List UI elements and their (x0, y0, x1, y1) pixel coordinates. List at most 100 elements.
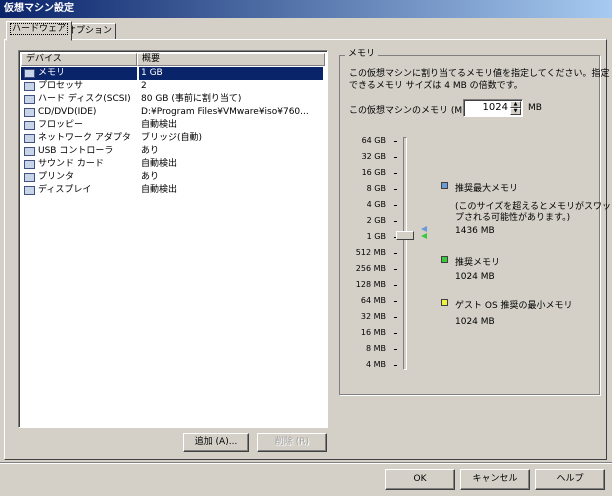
scale-tick-label: 2 GB (366, 216, 386, 225)
scale-tick (394, 301, 397, 302)
display-icon (24, 186, 35, 195)
table-row[interactable]: プロセッサ 2 (21, 80, 323, 93)
device-summary: 自動検出 (141, 120, 178, 130)
device-name: ネットワーク アダプタ (21, 132, 137, 145)
memory-slider-thumb[interactable] (396, 231, 414, 240)
add-device-button[interactable]: 追加 (A)... (183, 433, 249, 452)
device-summary: 1 GB (139, 67, 323, 80)
scale-tick-label: 32 MB (360, 312, 386, 321)
window-title-bar[interactable]: 仮想マシン設定 (0, 0, 612, 18)
device-summary: 80 GB (事前に割り当て) (141, 94, 242, 104)
table-row[interactable]: プリンタ あり (21, 171, 323, 184)
device-name: プリンタ (21, 171, 137, 184)
scale-tick (394, 221, 397, 222)
tab-options-label: オプション (67, 26, 113, 36)
device-name: サウンド カード (21, 158, 137, 171)
floppy-icon (24, 121, 35, 130)
spin-up-button[interactable]: ▲ (510, 101, 521, 108)
max-memory-title: 推奨最大メモリ (455, 184, 519, 194)
tab-hardware[interactable]: ハードウェア (6, 21, 73, 41)
cancel-button[interactable]: キャンセル (460, 469, 530, 490)
minimum-memory-title: ゲスト OS 推奨の最小メモリ (455, 301, 573, 311)
scale-tick (394, 333, 397, 334)
memory-slider-track[interactable] (403, 137, 407, 370)
device-name: ハード ディスク(SCSI) (21, 93, 137, 106)
help-button[interactable]: ヘルプ (535, 469, 605, 490)
table-row[interactable]: ネットワーク アダプタ ブリッジ(自動) (21, 132, 323, 145)
device-summary: D:¥Program Files¥VMware¥iso¥760... (141, 107, 309, 117)
memory-size-spinner[interactable]: 1024 ▲ ▼ (463, 99, 523, 117)
scale-tick-label: 16 GB (361, 168, 386, 177)
table-row[interactable]: USB コントローラ あり (21, 145, 323, 158)
device-list[interactable]: デバイス 概要 メモリ 1 GB プロセッサ 2 ハード ディスク(SCSI) 80 GB… (18, 50, 328, 428)
scale-tick-label: 128 MB (355, 280, 386, 289)
max-memory-marker (421, 226, 427, 232)
device-name: プロセッサ (21, 80, 137, 93)
ok-button[interactable]: OK (385, 469, 455, 490)
scale-tick-label: 256 MB (355, 264, 386, 273)
scale-tick-label: 4 GB (366, 200, 386, 209)
table-row[interactable]: メモリ 1 GB (21, 67, 323, 80)
hard-disk-icon (24, 95, 35, 104)
table-row[interactable]: ハード ディスク(SCSI) 80 GB (事前に割り当て) (21, 93, 323, 106)
table-row[interactable]: ディスプレイ 自動検出 (21, 184, 323, 197)
dialog-separator (0, 462, 612, 464)
recommended-memory-legend-swatch (441, 256, 448, 263)
device-name: ディスプレイ (21, 184, 137, 197)
memory-description-line2: できるメモリ サイズは 4 MB の倍数です。 (349, 81, 523, 91)
recommended-memory-value: 1024 MB (455, 272, 495, 282)
max-memory-note-line2: プされる可能性があります。) (455, 213, 571, 223)
minimum-memory-value: 1024 MB (455, 317, 495, 327)
scale-tick-label: 16 MB (360, 328, 386, 337)
memory-icon (24, 69, 35, 78)
scale-tick (394, 365, 397, 366)
scale-tick (394, 205, 397, 206)
processor-icon (24, 82, 35, 91)
scale-tick-label: 32 GB (361, 152, 386, 161)
scale-tick-label: 8 MB (365, 344, 386, 353)
network-adapter-icon (24, 134, 35, 143)
tab-hardware-label: ハードウェア (10, 23, 69, 35)
usb-controller-icon (24, 147, 35, 156)
memory-input-label: この仮想マシンのメモリ (M): (349, 106, 469, 116)
table-row[interactable]: フロッピー 自動検出 (21, 119, 323, 132)
minimum-memory-legend-swatch (441, 299, 448, 306)
table-row[interactable]: CD/DVD(IDE) D:¥Program Files¥VMware¥iso¥7… (21, 106, 323, 119)
max-memory-value: 1436 MB (455, 226, 495, 236)
scale-tick-label: 1 GB (366, 232, 386, 241)
window-title: 仮想マシン設定 (4, 3, 74, 14)
column-header-summary[interactable]: 概要 (137, 53, 325, 66)
device-name: メモリ (21, 67, 137, 80)
sound-card-icon (24, 160, 35, 169)
device-name: USB コントローラ (21, 145, 137, 158)
printer-icon (24, 173, 35, 182)
scale-tick (394, 253, 397, 254)
column-header-device[interactable]: デバイス (21, 53, 137, 66)
remove-device-button[interactable]: 削除 (R) (257, 433, 327, 452)
scale-tick-label: 4 MB (365, 360, 386, 369)
max-memory-legend-swatch (441, 182, 448, 189)
device-name: フロッピー (21, 119, 137, 132)
scale-tick (394, 189, 397, 190)
device-summary: あり (141, 172, 160, 182)
device-summary: 自動検出 (141, 159, 178, 169)
scale-tick (394, 141, 397, 142)
scale-tick (394, 285, 397, 286)
recommended-memory-title: 推奨メモリ (455, 258, 501, 268)
memory-unit-label: MB (528, 103, 542, 113)
spin-down-button[interactable]: ▼ (510, 108, 521, 115)
device-list-header: デバイス 概要 (21, 53, 325, 66)
device-summary: あり (141, 146, 160, 156)
scale-tick-label: 8 GB (366, 184, 386, 193)
scale-tick-label: 512 MB (355, 248, 386, 257)
scale-tick (394, 349, 397, 350)
scale-tick-label: 64 GB (361, 136, 386, 145)
memory-size-value[interactable]: 1024 (483, 102, 508, 113)
scale-tick (394, 173, 397, 174)
recommended-memory-marker (421, 233, 427, 239)
scale-tick-label: 64 MB (360, 296, 386, 305)
scale-tick (394, 317, 397, 318)
cd-dvd-icon (24, 108, 35, 117)
table-row[interactable]: サウンド カード 自動検出 (21, 158, 323, 171)
device-summary: ブリッジ(自動) (141, 133, 203, 143)
